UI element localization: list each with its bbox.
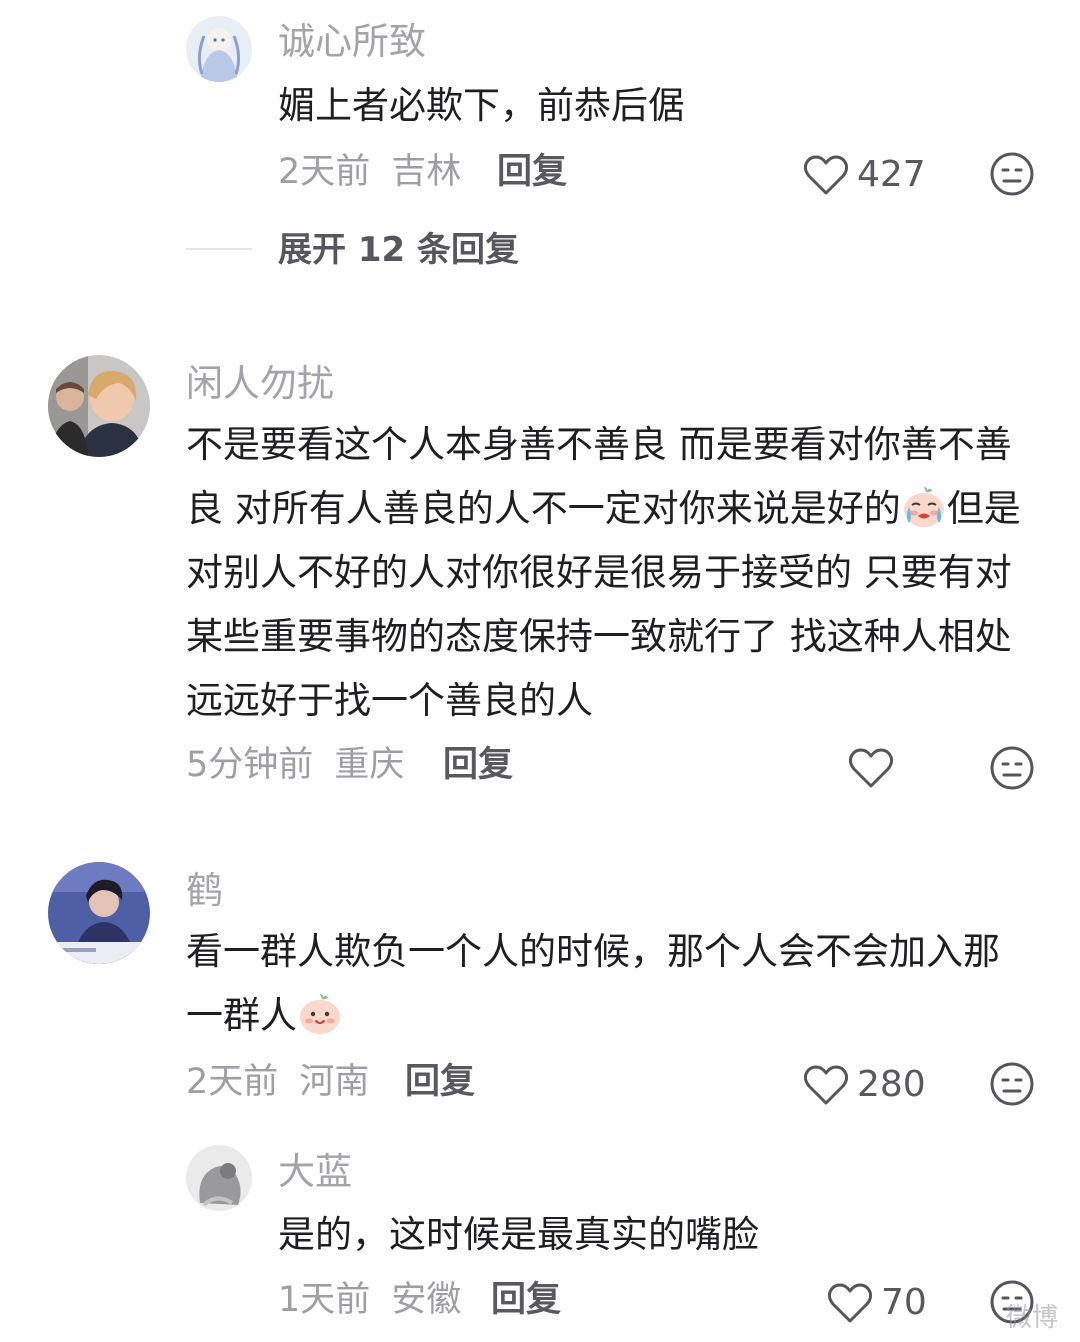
username[interactable]: 鹤 <box>186 869 223 913</box>
comment-location: 吉林 <box>391 152 462 192</box>
watermark: 微博 <box>1005 1303 1058 1333</box>
avatar[interactable] <box>186 1145 252 1211</box>
heart-icon <box>848 748 894 788</box>
meh-face-icon <box>990 152 1034 196</box>
comment-time: 2天前 <box>186 1062 279 1102</box>
reply-button[interactable]: 回复 <box>491 1278 561 1322</box>
like-button[interactable]: 427 <box>803 150 926 200</box>
comment-text: 不是要看这个人本身善不善良 而是要看对你善不善良 对所有人善良的人不一定对你来说… <box>186 413 1031 733</box>
expand-replies-button[interactable]: 展开 12 条回复 <box>278 228 519 272</box>
username[interactable]: 大蓝 <box>278 1150 352 1194</box>
expand-divider <box>186 248 252 250</box>
avatar[interactable] <box>48 862 150 964</box>
dislike-button[interactable] <box>989 1061 1035 1107</box>
heart-icon <box>803 1065 849 1105</box>
comment-meta: 2天前 河南 <box>186 1060 369 1104</box>
meh-face-icon <box>990 746 1034 790</box>
username[interactable]: 诚心所致 <box>278 20 426 64</box>
crying-face-icon <box>901 483 947 529</box>
reply-button[interactable]: 回复 <box>497 150 567 194</box>
avatar[interactable] <box>186 16 252 82</box>
comment-meta: 5分钟前 重庆 <box>186 743 404 787</box>
comment-meta: 2天前 吉林 <box>278 150 461 194</box>
meh-face-icon <box>990 1062 1034 1106</box>
like-count: 70 <box>881 1282 927 1323</box>
comment-location: 河南 <box>299 1062 370 1102</box>
comment-text-part1: 不是要看这个人本身善不善良 而是要看对你善不善良 对所有人善良的人不一定对你来说… <box>186 423 1012 530</box>
dislike-button[interactable] <box>989 745 1035 791</box>
heart-icon <box>827 1283 873 1323</box>
like-button[interactable]: 70 <box>827 1278 927 1328</box>
comment-meta: 1天前 安徽 <box>278 1278 461 1322</box>
comment-time: 5分钟前 <box>186 745 314 785</box>
comment-text: 是的，这时候是最真实的嘴脸 <box>278 1213 759 1256</box>
comment-time: 2天前 <box>278 152 371 192</box>
heart-icon <box>803 155 849 195</box>
reply-button[interactable]: 回复 <box>443 743 513 787</box>
like-count: 280 <box>857 1064 926 1105</box>
avatar[interactable] <box>48 355 150 457</box>
username[interactable]: 闲人勿扰 <box>186 362 334 406</box>
comment-location: 重庆 <box>334 745 405 785</box>
comment-time: 1天前 <box>278 1280 371 1320</box>
comment-text: 媚上者必欺下，前恭后倨 <box>278 84 685 127</box>
like-button[interactable]: 280 <box>803 1060 926 1110</box>
reply-button[interactable]: 回复 <box>405 1060 475 1104</box>
smiling-face-icon <box>297 990 343 1036</box>
like-button[interactable] <box>848 743 894 793</box>
comment-location: 安徽 <box>391 1280 462 1320</box>
like-count: 427 <box>857 154 926 195</box>
comment-text: 看一群人欺负一个人的时候，那个人会不会加入那一群人 <box>186 920 1016 1048</box>
dislike-button[interactable] <box>989 151 1035 197</box>
